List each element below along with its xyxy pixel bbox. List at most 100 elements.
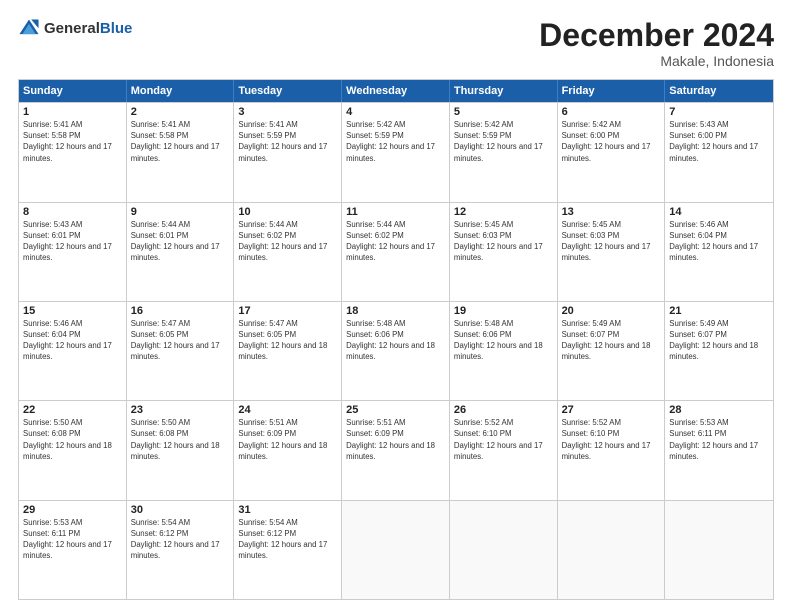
cal-cell-0-3: 4 Sunrise: 5:42 AMSunset: 5:59 PMDaylight… [342,103,450,201]
header-friday: Friday [558,80,666,102]
day-number: 5 [454,106,553,118]
page: GeneralBlue December 2024 Makale, Indone… [0,0,792,612]
week-row-5: 29Sunrise: 5:53 AMSunset: 6:11 PMDayligh… [19,500,773,599]
day-number: 13 [562,206,661,218]
day-number: 8 [23,206,122,218]
title-block: December 2024 Makale, Indonesia [539,18,774,69]
day-number: 26 [454,404,553,416]
cal-cell-2-1: 16 Sunrise: 5:47 AMSunset: 6:05 PMDayligh… [127,302,235,400]
cell-info: Sunrise: 5:45 AMSunset: 6:03 PMDaylight:… [454,220,543,262]
day-number: 22 [23,404,122,416]
cal-cell-2-4: 19 Sunrise: 5:48 AMSunset: 6:06 PMDayligh… [450,302,558,400]
day-number: 16 [131,305,230,317]
day-number: 21 [669,305,769,317]
cell-info: Sunrise: 5:43 AMSunset: 6:00 PMDaylight:… [669,120,758,162]
cal-cell-2-6: 21Sunrise: 5:49 AMSunset: 6:07 PMDayligh… [665,302,773,400]
logo-text: GeneralBlue [44,20,132,38]
day-number: 9 [131,206,230,218]
cal-cell-0-2: 3 Sunrise: 5:41 AMSunset: 5:59 PMDaylight… [234,103,342,201]
day-number: 6 [562,106,661,118]
cal-cell-1-3: 11 Sunrise: 5:44 AMSunset: 6:02 PMDayligh… [342,203,450,301]
cell-info: Sunrise: 5:47 AMSunset: 6:05 PMDaylight:… [131,319,220,361]
cell-info: Sunrise: 5:46 AMSunset: 6:04 PMDaylight:… [23,319,112,361]
cell-info: Sunrise: 5:52 AMSunset: 6:10 PMDaylight:… [562,418,651,460]
cell-info: Sunrise: 5:49 AMSunset: 6:07 PMDaylight:… [562,319,651,361]
cell-info: Sunrise: 5:41 AMSunset: 5:58 PMDaylight:… [131,120,220,162]
day-number: 1 [23,106,122,118]
day-number: 27 [562,404,661,416]
cal-cell-1-6: 14Sunrise: 5:46 AMSunset: 6:04 PMDayligh… [665,203,773,301]
day-number: 24 [238,404,337,416]
header-tuesday: Tuesday [234,80,342,102]
cell-info: Sunrise: 5:41 AMSunset: 5:59 PMDaylight:… [238,120,327,162]
cell-info: Sunrise: 5:50 AMSunset: 6:08 PMDaylight:… [131,418,220,460]
cell-info: Sunrise: 5:47 AMSunset: 6:05 PMDaylight:… [238,319,327,361]
week-row-4: 22 Sunrise: 5:50 AMSunset: 6:08 PMDayligh… [19,400,773,499]
calendar: Sunday Monday Tuesday Wednesday Thursday… [18,79,774,600]
day-number: 4 [346,106,445,118]
logo-icon [18,18,40,40]
calendar-body: 1 Sunrise: 5:41 AMSunset: 5:58 PMDaylight… [19,102,773,599]
cal-cell-2-5: 20Sunrise: 5:49 AMSunset: 6:07 PMDayligh… [558,302,666,400]
day-number: 25 [346,404,445,416]
cell-info: Sunrise: 5:43 AMSunset: 6:01 PMDaylight:… [23,220,112,262]
cal-cell-3-4: 26 Sunrise: 5:52 AMSunset: 6:10 PMDayligh… [450,401,558,499]
logo: GeneralBlue [18,18,132,40]
day-number: 30 [131,504,230,516]
header: GeneralBlue December 2024 Makale, Indone… [18,18,774,69]
day-number: 19 [454,305,553,317]
cell-info: Sunrise: 5:50 AMSunset: 6:08 PMDaylight:… [23,418,112,460]
cell-info: Sunrise: 5:42 AMSunset: 5:59 PMDaylight:… [346,120,435,162]
cal-cell-1-2: 10 Sunrise: 5:44 AMSunset: 6:02 PMDayligh… [234,203,342,301]
cell-info: Sunrise: 5:52 AMSunset: 6:10 PMDaylight:… [454,418,543,460]
cell-info: Sunrise: 5:54 AMSunset: 6:12 PMDaylight:… [131,518,220,560]
cal-cell-3-1: 23Sunrise: 5:50 AMSunset: 6:08 PMDayligh… [127,401,235,499]
week-row-3: 15Sunrise: 5:46 AMSunset: 6:04 PMDayligh… [19,301,773,400]
day-number: 7 [669,106,769,118]
day-number: 3 [238,106,337,118]
header-wednesday: Wednesday [342,80,450,102]
day-number: 17 [238,305,337,317]
day-number: 18 [346,305,445,317]
cal-cell-1-4: 12 Sunrise: 5:45 AMSunset: 6:03 PMDayligh… [450,203,558,301]
cell-info: Sunrise: 5:54 AMSunset: 6:12 PMDaylight:… [238,518,327,560]
cal-cell-0-4: 5Sunrise: 5:42 AMSunset: 5:59 PMDaylight… [450,103,558,201]
week-row-2: 8 Sunrise: 5:43 AMSunset: 6:01 PMDaylight… [19,202,773,301]
day-number: 10 [238,206,337,218]
header-saturday: Saturday [665,80,773,102]
header-thursday: Thursday [450,80,558,102]
cal-cell-3-0: 22 Sunrise: 5:50 AMSunset: 6:08 PMDayligh… [19,401,127,499]
cal-cell-0-6: 7 Sunrise: 5:43 AMSunset: 6:00 PMDaylight… [665,103,773,201]
cell-info: Sunrise: 5:48 AMSunset: 6:06 PMDaylight:… [346,319,435,361]
cal-cell-4-4 [450,501,558,599]
title-month: December 2024 [539,18,774,53]
cell-info: Sunrise: 5:44 AMSunset: 6:02 PMDaylight:… [346,220,435,262]
day-number: 29 [23,504,122,516]
cell-info: Sunrise: 5:53 AMSunset: 6:11 PMDaylight:… [669,418,758,460]
logo-general: General [44,20,100,37]
cal-cell-4-1: 30 Sunrise: 5:54 AMSunset: 6:12 PMDayligh… [127,501,235,599]
header-monday: Monday [127,80,235,102]
day-number: 11 [346,206,445,218]
cell-info: Sunrise: 5:48 AMSunset: 6:06 PMDaylight:… [454,319,543,361]
cell-info: Sunrise: 5:41 AMSunset: 5:58 PMDaylight:… [23,120,112,162]
cell-info: Sunrise: 5:45 AMSunset: 6:03 PMDaylight:… [562,220,651,262]
cal-cell-0-0: 1 Sunrise: 5:41 AMSunset: 5:58 PMDaylight… [19,103,127,201]
cal-cell-4-3 [342,501,450,599]
cell-info: Sunrise: 5:44 AMSunset: 6:01 PMDaylight:… [131,220,220,262]
cal-cell-3-2: 24Sunrise: 5:51 AMSunset: 6:09 PMDayligh… [234,401,342,499]
cell-info: Sunrise: 5:51 AMSunset: 6:09 PMDaylight:… [346,418,435,460]
cell-info: Sunrise: 5:44 AMSunset: 6:02 PMDaylight:… [238,220,327,262]
logo-blue: Blue [100,20,133,37]
cal-cell-4-5 [558,501,666,599]
cell-info: Sunrise: 5:46 AMSunset: 6:04 PMDaylight:… [669,220,758,262]
cal-cell-1-0: 8 Sunrise: 5:43 AMSunset: 6:01 PMDaylight… [19,203,127,301]
cal-cell-4-2: 31Sunrise: 5:54 AMSunset: 6:12 PMDayligh… [234,501,342,599]
cal-cell-4-6 [665,501,773,599]
cal-cell-3-5: 27 Sunrise: 5:52 AMSunset: 6:10 PMDayligh… [558,401,666,499]
day-number: 2 [131,106,230,118]
cal-cell-4-0: 29Sunrise: 5:53 AMSunset: 6:11 PMDayligh… [19,501,127,599]
cal-cell-1-5: 13 Sunrise: 5:45 AMSunset: 6:03 PMDayligh… [558,203,666,301]
day-number: 12 [454,206,553,218]
cal-cell-0-1: 2 Sunrise: 5:41 AMSunset: 5:58 PMDaylight… [127,103,235,201]
